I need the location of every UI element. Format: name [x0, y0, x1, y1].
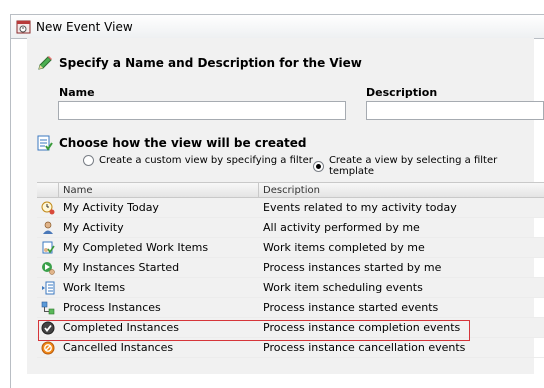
table-row[interactable]: My Activity Today Events related to my a… [37, 198, 544, 218]
table-header: Name Description [37, 182, 544, 198]
cancel-circle-icon [41, 341, 55, 354]
row-description: Work items completed by me [263, 241, 425, 254]
checklist-icon [37, 135, 53, 151]
user-icon [43, 221, 53, 234]
custom-view-label: Create a custom view by specifying a fil… [99, 155, 313, 166]
name-input[interactable] [58, 101, 346, 120]
filter-template-table: Name Description My Activity Today Event… [37, 182, 544, 358]
row-name: My Activity Today [63, 201, 159, 214]
name-section-heading: Specify a Name and Description for the V… [36, 54, 362, 72]
row-name: Cancelled Instances [63, 341, 174, 354]
name-label: Name [59, 86, 95, 99]
row-name: My Instances Started [63, 261, 180, 274]
row-description: All activity performed by me [263, 221, 420, 234]
template-view-radio[interactable] [313, 160, 324, 172]
name-column-header[interactable]: Name [59, 183, 259, 197]
row-description: Process instance completion events [263, 321, 461, 334]
window-title: New Event View [36, 19, 133, 34]
row-name: My Activity [63, 221, 124, 234]
table-row[interactable]: Completed Instances Process instance com… [37, 318, 544, 338]
custom-view-radio[interactable] [83, 155, 94, 166]
row-description: Process instances started by me [263, 261, 442, 274]
custom-view-option[interactable]: Create a custom view by specifying a fil… [83, 155, 313, 166]
description-input[interactable] [366, 101, 544, 120]
row-description: Work item scheduling events [263, 281, 423, 294]
check-circle-icon [41, 321, 55, 334]
table-row[interactable]: My Completed Work Items Work items compl… [37, 238, 544, 258]
template-view-label: Create a view by selecting a filter temp… [328, 155, 498, 177]
row-name: Completed Instances [63, 321, 180, 334]
pencil-icon [38, 56, 52, 70]
completed-work-icon [42, 241, 55, 253]
table-row[interactable]: My Instances Started Process instances s… [37, 258, 544, 278]
description-column-header[interactable]: Description [259, 183, 544, 197]
template-view-option[interactable]: Create a view by selecting a filter temp… [313, 155, 544, 177]
row-name: Work Items [63, 281, 126, 294]
table-row[interactable]: Process Instances Process instance start… [37, 298, 544, 318]
work-items-icon [42, 281, 55, 294]
name-section-title: Specify a Name and Description for the V… [59, 56, 362, 70]
create-section-title: Choose how the view will be created [59, 136, 307, 150]
create-section-heading: Choose how the view will be created [36, 134, 307, 152]
row-description: Process instance started events [263, 301, 439, 314]
row-description: Process instance cancellation events [263, 341, 466, 354]
table-row[interactable]: Work Items Work item scheduling events [37, 278, 544, 298]
window-titlebar: New Event View [11, 15, 544, 39]
icon-column-header [37, 183, 59, 197]
row-name: My Completed Work Items [63, 241, 209, 254]
description-label: Description [366, 86, 438, 99]
process-instances-icon [41, 301, 55, 314]
table-row[interactable]: My Activity All activity performed by me [37, 218, 544, 238]
row-description: Events related to my activity today [263, 201, 457, 214]
row-name: Process Instances [63, 301, 161, 314]
activity-clock-icon [41, 201, 55, 214]
instance-started-icon [42, 261, 55, 275]
event-view-icon [16, 20, 31, 33]
table-row[interactable]: Cancelled Instances Process instance can… [37, 338, 544, 358]
